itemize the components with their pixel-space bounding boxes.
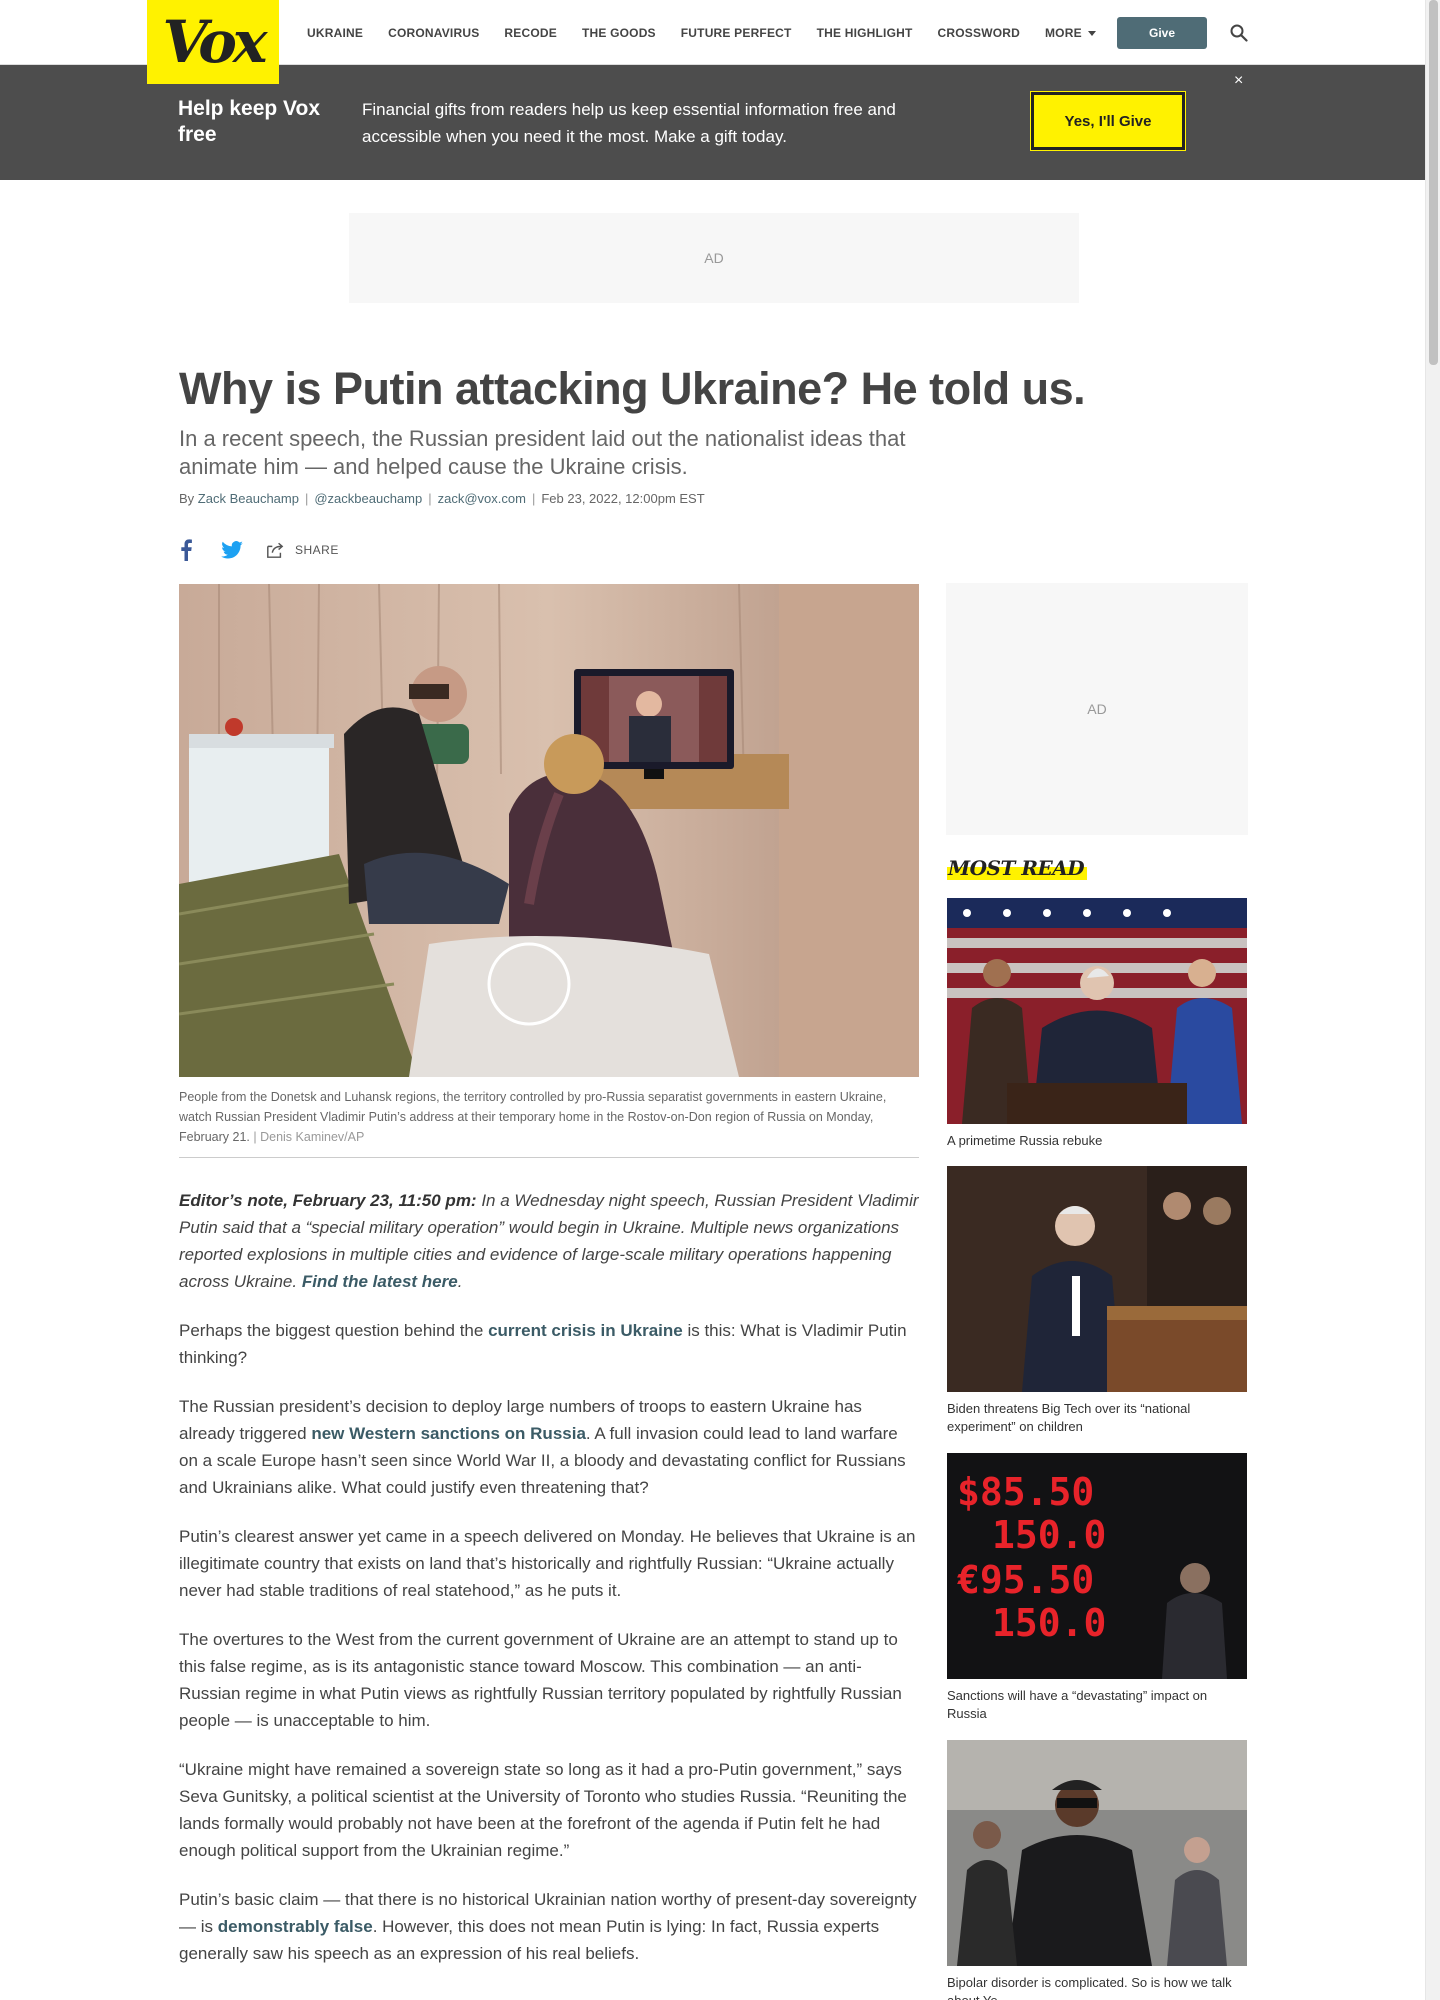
crisis-link[interactable]: current crisis in Ukraine	[488, 1321, 683, 1340]
article-paragraph: Perhaps the biggest question behind the …	[179, 1317, 919, 1371]
twitter-icon[interactable]	[221, 541, 243, 559]
nav-item-the-highlight[interactable]: The Highlight	[817, 26, 913, 40]
give-button[interactable]: Give	[1117, 17, 1207, 49]
scrollbar-thumb[interactable]	[1429, 0, 1438, 365]
most-read-title[interactable]: A primetime Russia rebuke	[947, 1132, 1247, 1150]
latest-news-link[interactable]: Find the latest here	[302, 1272, 458, 1291]
currency-sign-line: €95.50	[957, 1558, 1094, 1602]
article-paragraph: “Ukraine might have remained a sovereign…	[179, 1760, 907, 1860]
share-label[interactable]: SHARE	[295, 543, 339, 557]
editors-note-label: Editor’s note, February 23, 11:50 pm:	[179, 1191, 477, 1210]
vox-logo[interactable]: Vox	[147, 0, 279, 84]
share-bar: SHARE	[179, 538, 339, 562]
most-read-heading: MOST READ	[947, 856, 1088, 880]
article-paragraph: The Russian president’s decision to depl…	[179, 1393, 919, 1501]
article-paragraph: The overtures to the West from the curre…	[179, 1630, 902, 1730]
banner-title: Help keep Vox free	[178, 97, 320, 146]
article-paragraph: Putin’s clearest answer yet came in a sp…	[179, 1527, 916, 1600]
most-read-thumbnail[interactable]	[947, 1166, 1247, 1392]
currency-sign-line: 150.0	[992, 1601, 1106, 1645]
most-read-photo-2	[947, 1166, 1247, 1392]
nav-item-crossword[interactable]: Crossword	[938, 26, 1020, 40]
most-read-thumbnail[interactable]: $85.50 150.0 €95.50 150.0	[947, 1453, 1247, 1679]
most-read-photo-4	[947, 1740, 1247, 1966]
most-read-title[interactable]: Sanctions will have a “devastating” impa…	[947, 1687, 1247, 1723]
hero-photo	[179, 584, 919, 1077]
publish-date: Feb 23, 2022, 12:00pm EST	[541, 491, 705, 506]
photo-credit: Denis Kaminev/AP	[260, 1130, 365, 1144]
currency-sign-line: 150.0	[992, 1513, 1106, 1557]
most-read-item[interactable]: A primetime Russia rebuke	[947, 898, 1247, 1150]
most-read-thumbnail[interactable]	[947, 898, 1247, 1124]
byline: By Zack Beauchamp | @zackbeauchamp | zack@vo…	[179, 491, 705, 506]
image-caption: People from the Donetsk and Luhansk regi…	[179, 1087, 919, 1158]
editors-note: Editor’s note, February 23, 11:50 pm: In…	[179, 1187, 919, 1295]
nav-item-the-goods[interactable]: The Goods	[582, 26, 656, 40]
ad-slot-top: AD	[349, 213, 1079, 303]
page-scrollbar[interactable]	[1425, 0, 1440, 2000]
nav-item-recode[interactable]: Recode	[504, 26, 557, 40]
nav-more-label: More	[1044, 25, 1082, 40]
ad-label: AD	[1087, 701, 1107, 717]
ad-slot-sidebar: AD	[946, 583, 1248, 835]
article-dek: In a recent speech, the Russian presiden…	[179, 426, 906, 479]
most-read-item[interactable]: $85.50 150.0 €95.50 150.0 Sanctions will…	[947, 1453, 1247, 1723]
ad-label: AD	[704, 250, 724, 266]
nav-item-future-perfect[interactable]: Future Perfect	[681, 26, 792, 40]
most-read-title[interactable]: Biden threatens Big Tech over its “natio…	[947, 1400, 1247, 1436]
article-paragraph: Putin’s basic claim — that there is no h…	[179, 1886, 919, 1967]
give-yes-button[interactable]: Yes, I'll Give	[1030, 91, 1186, 151]
editors-note-end: .	[457, 1272, 463, 1291]
most-read-item[interactable]: Bipolar disorder is complicated. So is h…	[947, 1740, 1247, 2000]
facebook-icon[interactable]	[179, 539, 193, 561]
nav-more-menu[interactable]: More	[1045, 26, 1096, 40]
most-read-photo-1	[947, 898, 1247, 1124]
byline-divider: |	[531, 491, 536, 506]
article-headline: Why is Putin attacking Ukraine? He told …	[179, 363, 1086, 414]
share-icon[interactable]	[265, 541, 285, 559]
byline-divider: |	[428, 491, 432, 506]
byline-divider: |	[304, 491, 309, 506]
chevron-down-icon	[1087, 30, 1096, 36]
currency-sign-line: $85.50	[957, 1470, 1094, 1514]
nav-item-ukraine[interactable]: Ukraine	[307, 26, 363, 40]
author-twitter-link[interactable]: @zackbeauchamp	[314, 491, 422, 506]
most-read-item[interactable]: Biden threatens Big Tech over its “natio…	[947, 1166, 1247, 1436]
site-header: Vox Ukraine Coronavirus Recode The Goods…	[0, 0, 1425, 84]
logo-text: Vox	[162, 8, 268, 76]
author-link[interactable]: Zack Beauchamp	[198, 491, 299, 506]
most-read-title[interactable]: Bipolar disorder is complicated. So is h…	[947, 1974, 1247, 2000]
main-nav: Ukraine Coronavirus Recode The Goods Fut…	[307, 0, 1121, 65]
search-icon[interactable]	[1230, 24, 1248, 42]
nav-item-coronavirus[interactable]: Coronavirus	[388, 26, 479, 40]
byline-by: By	[179, 491, 195, 506]
hero-image	[179, 584, 919, 1077]
most-read-photo-3: $85.50 150.0 €95.50 150.0	[947, 1453, 1247, 1679]
author-email-link[interactable]: zack@vox.com	[438, 491, 526, 506]
banner-text: Financial gifts from readers help us kee…	[362, 100, 896, 146]
demonstrably-false-link[interactable]: demonstrably false	[218, 1917, 373, 1936]
paragraph-text: Perhaps the biggest question behind the	[179, 1321, 489, 1340]
article-body: Editor’s note, February 23, 11:50 pm: In…	[179, 1187, 919, 1989]
most-read-thumbnail[interactable]	[947, 1740, 1247, 1966]
close-icon[interactable]: ×	[1234, 72, 1243, 90]
sanctions-link[interactable]: new Western sanctions on Russia	[311, 1424, 586, 1443]
